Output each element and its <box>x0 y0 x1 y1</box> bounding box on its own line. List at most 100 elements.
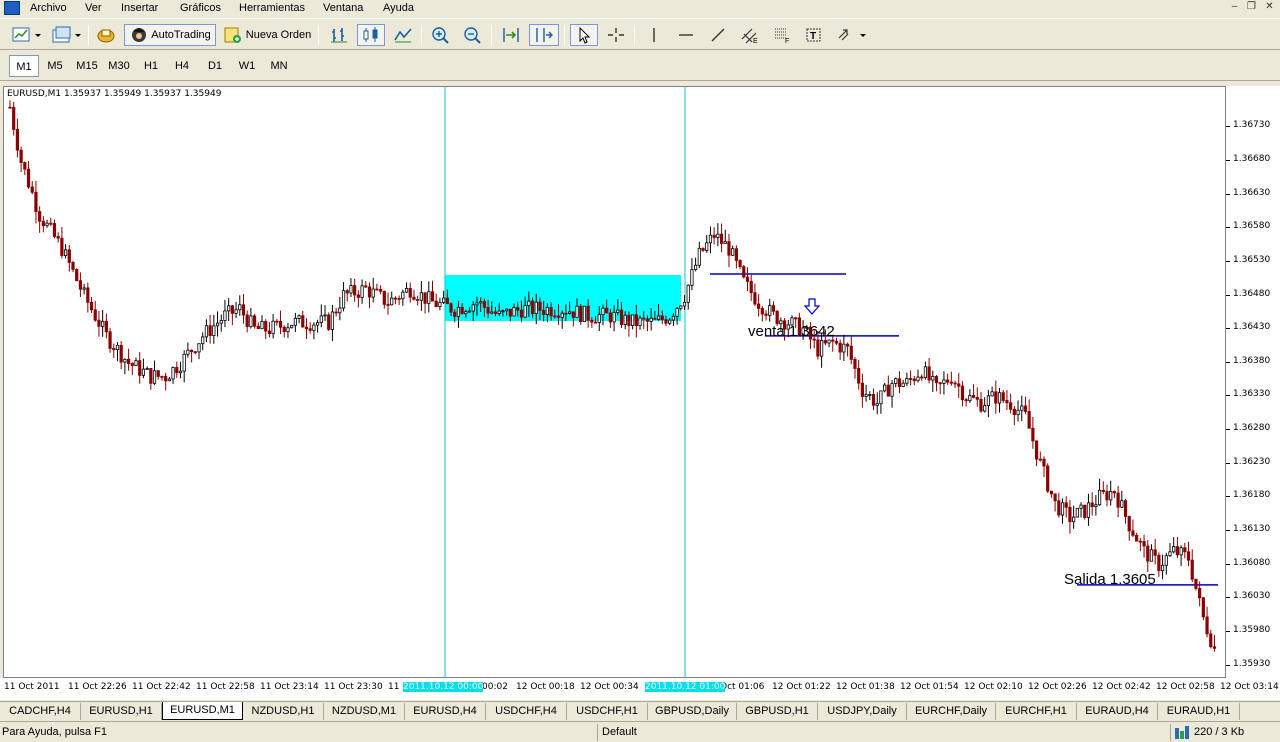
new-chart-icon[interactable] <box>8 24 44 46</box>
candle-body <box>189 349 194 353</box>
menu-archivo[interactable]: Archivo <box>30 2 67 14</box>
candle-body <box>63 249 68 256</box>
candle-body <box>108 331 112 349</box>
profiles-icon[interactable] <box>48 24 84 46</box>
app-icon[interactable] <box>4 1 20 15</box>
price-tick <box>1226 193 1230 195</box>
time-label: 12 Oct 01:22 <box>772 682 831 692</box>
close-icon[interactable]: ✕ <box>1262 1 1277 14</box>
candle-body <box>167 378 171 382</box>
menu-insertar[interactable]: Insertar <box>121 2 158 14</box>
tab-gbpusd-h1[interactable]: GBPUSD,H1 <box>737 703 818 720</box>
timeframe-m1[interactable]: M1 <box>9 55 39 77</box>
equidistant-channel-icon[interactable]: E <box>737 24 763 46</box>
horizontal-line-icon[interactable] <box>673 24 699 46</box>
svg-text:F: F <box>785 38 789 44</box>
price-tick <box>1226 260 1230 262</box>
candle-body <box>238 304 242 311</box>
timeframe-d1[interactable]: D1 <box>201 55 229 77</box>
time-label: 12 Oct 02:10 <box>964 682 1023 692</box>
tab-euraud-h1[interactable]: EURAUD,H1 <box>1158 703 1240 720</box>
candle-body <box>523 305 527 318</box>
tab-euraud-h4[interactable]: EURAUD,H4 <box>1077 703 1158 720</box>
candle-body <box>126 358 131 364</box>
navigator-icon[interactable] <box>94 24 118 46</box>
bar-chart-icon[interactable] <box>326 24 352 46</box>
tab-eurusd-h4[interactable]: EURUSD,H4 <box>405 703 486 720</box>
candlestick-icon[interactable] <box>357 24 385 46</box>
candle-body <box>453 311 457 317</box>
candle-body <box>1038 458 1042 461</box>
candle-body <box>1168 551 1172 557</box>
timeframe-h1[interactable]: H1 <box>137 55 165 77</box>
menu-ayuda[interactable]: Ayuda <box>383 2 414 14</box>
tab-nzdusd-m1[interactable]: NZDUSD,M1 <box>324 703 405 720</box>
candle-body <box>482 301 486 308</box>
restore-icon[interactable]: ❐ <box>1244 1 1259 14</box>
vertical-line-icon[interactable] <box>641 24 667 46</box>
zoom-in-icon[interactable] <box>428 24 454 46</box>
timeframe-m15[interactable]: M15 <box>72 55 102 77</box>
cursor-icon[interactable] <box>570 24 598 46</box>
minimize-icon[interactable]: – <box>1227 1 1242 14</box>
vline-time-label: 2011.10.12 00:00 <box>403 682 484 692</box>
tab-usdchf-h4[interactable]: USDCHF,H4 <box>486 703 567 720</box>
candle-body <box>1157 554 1161 572</box>
tab-eurusd-h1[interactable]: EURUSD,H1 <box>81 703 162 720</box>
menu-graficos[interactable]: Gráficos <box>180 2 221 14</box>
nueva-orden-button[interactable]: Nueva Orden <box>221 24 313 46</box>
zoom-out-icon[interactable] <box>460 24 486 46</box>
trendline-icon[interactable] <box>705 24 731 46</box>
candle-body <box>349 285 353 294</box>
tab-eurusd-m1[interactable]: EURUSD,M1 <box>162 702 243 720</box>
arrows-dropdown-icon[interactable] <box>833 24 869 46</box>
crosshair-icon[interactable] <box>603 24 629 46</box>
line-chart-icon[interactable] <box>390 24 416 46</box>
candle-body <box>560 312 564 318</box>
timeframe-m30[interactable]: M30 <box>104 55 134 77</box>
menu-herramientas[interactable]: Herramientas <box>239 2 305 14</box>
candle-body <box>138 360 142 376</box>
candle-body <box>260 321 264 330</box>
candle-body <box>278 320 283 328</box>
candle-body <box>1060 502 1065 516</box>
chart-window[interactable]: EURUSD,M1 1.35937 1.35949 1.35937 1.3594… <box>3 86 1227 679</box>
autoscroll-icon[interactable] <box>498 24 524 46</box>
candle-body <box>1131 530 1135 536</box>
candle-body <box>886 384 890 397</box>
candle-body <box>556 315 561 318</box>
candle-body <box>890 383 894 397</box>
timeframe-mn[interactable]: MN <box>264 55 294 77</box>
tab-eurchf-h1[interactable]: EURCHF,H1 <box>996 703 1077 720</box>
price-tick <box>1226 126 1230 128</box>
tab-usdchf-h1[interactable]: USDCHF,H1 <box>567 703 648 720</box>
tab-cadchf-h4[interactable]: CADCHF,H4 <box>0 703 81 720</box>
candle-body <box>456 306 461 317</box>
candle-body <box>78 280 83 290</box>
menu-ver[interactable]: Ver <box>85 2 102 14</box>
exit-annotation[interactable]: Salida 1.3605 <box>1064 571 1156 588</box>
tab-eurchf-daily[interactable]: EURCHF,Daily <box>907 703 996 720</box>
timeframe-w1[interactable]: W1 <box>233 55 261 77</box>
autotrading-button[interactable]: AutoTrading <box>124 24 216 46</box>
timeframe-h4[interactable]: H4 <box>168 55 196 77</box>
timeframe-m5[interactable]: M5 <box>41 55 69 77</box>
chart-canvas[interactable] <box>4 87 1227 679</box>
candle-body <box>623 314 627 325</box>
candle-body <box>753 292 757 305</box>
status-traffic: 220 / 3 Kb <box>1194 726 1245 738</box>
tab-usdjpy-daily[interactable]: USDJPY,Daily <box>818 703 907 720</box>
chart-shift-icon[interactable] <box>529 24 559 46</box>
sell-annotation[interactable]: venta 1.3642 <box>748 323 835 340</box>
fibonacci-icon[interactable]: F <box>769 24 795 46</box>
price-tick <box>1226 664 1230 666</box>
candle-body <box>401 291 405 300</box>
chart-tabs: CADCHF,H4 EURUSD,H1 EURUSD,M1 NZDUSD,H1 NZDU… <box>0 701 1280 720</box>
price-tick <box>1226 395 1230 397</box>
time-label: 11 Oct 22:26 <box>68 682 127 692</box>
menu-ventana[interactable]: Ventana <box>323 2 363 14</box>
candle-body <box>1090 502 1094 508</box>
text-label-icon[interactable]: T <box>801 24 827 46</box>
tab-gbpusd-daily[interactable]: GBPUSD,Daily <box>648 703 737 720</box>
tab-nzdusd-h1[interactable]: NZDUSD,H1 <box>243 703 324 720</box>
